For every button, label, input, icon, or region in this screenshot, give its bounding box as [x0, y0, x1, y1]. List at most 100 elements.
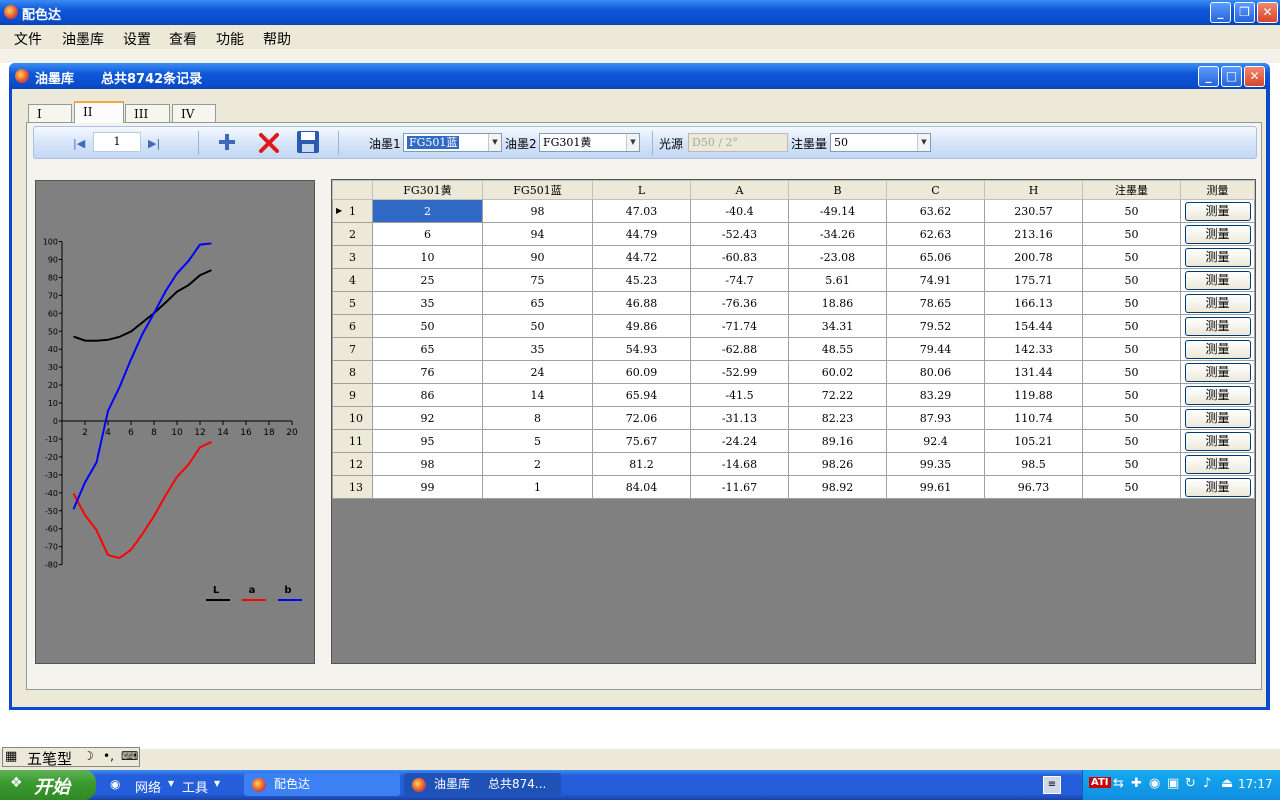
table-cell[interactable]: -23.08 [788, 245, 887, 269]
usb-icon[interactable]: ⏏ [1221, 776, 1233, 791]
page-number-input[interactable]: 1 [93, 132, 141, 152]
display-icon[interactable]: ▣ [1167, 776, 1179, 791]
table-cell[interactable]: -74.7 [690, 268, 789, 292]
table-cell[interactable]: 50 [1082, 314, 1181, 338]
menu-ink-library[interactable]: 油墨库 [62, 29, 104, 49]
column-header[interactable]: 注墨量 [1082, 180, 1181, 200]
chevron-down-icon[interactable]: ▼ [488, 134, 501, 151]
table-row[interactable]: 9 86 14 65.94 -41.5 72.22 83.29 119.88 50 测量 [332, 383, 1255, 407]
column-header[interactable]: H [984, 180, 1083, 200]
security-icon[interactable]: ✚ [1131, 776, 1142, 791]
delete-icon[interactable] [258, 132, 280, 154]
table-cell[interactable]: 110.74 [984, 406, 1083, 430]
table-cell[interactable]: 86 [372, 383, 483, 407]
table-row[interactable]: 10 92 8 72.06 -31.13 82.23 87.93 110.74 50 测量 [332, 406, 1255, 430]
table-cell[interactable]: -52.43 [690, 222, 789, 246]
table-cell[interactable]: 44.79 [592, 222, 691, 246]
table-row[interactable]: 5 35 65 46.88 -76.36 18.86 78.65 166.13 50 测量 [332, 291, 1255, 315]
table-cell[interactable]: 78.65 [886, 291, 985, 315]
table-cell[interactable]: 46.88 [592, 291, 691, 315]
table-cell[interactable]: 50 [1082, 429, 1181, 453]
table-cell[interactable]: 50 [1082, 245, 1181, 269]
table-cell[interactable]: 34.31 [788, 314, 887, 338]
language-icon[interactable]: ≡ [1043, 776, 1061, 794]
menu-functions[interactable]: 功能 [216, 29, 244, 49]
table-cell[interactable]: -24.24 [690, 429, 789, 453]
table-cell[interactable]: 1 [482, 475, 593, 499]
table-cell[interactable]: -41.5 [690, 383, 789, 407]
table-cell[interactable]: 72.22 [788, 383, 887, 407]
table-cell[interactable]: 82.23 [788, 406, 887, 430]
table-cell[interactable]: 119.88 [984, 383, 1083, 407]
start-button[interactable]: ❖ 开始 [0, 770, 96, 800]
table-cell[interactable]: 5.61 [788, 268, 887, 292]
table-row[interactable]: 7 65 35 54.93 -62.88 48.55 79.44 142.33 50 测量 [332, 337, 1255, 361]
ie-tray-icon[interactable]: ◉ [1149, 776, 1160, 791]
table-cell[interactable]: 99 [372, 475, 483, 499]
minimize-button[interactable]: _ [1210, 2, 1231, 23]
sync-icon[interactable]: ↻ [1185, 776, 1196, 791]
row-header[interactable]: 7 [332, 337, 373, 361]
table-cell[interactable]: 50 [1082, 406, 1181, 430]
network-icon[interactable]: ⇆ [1113, 776, 1124, 791]
ink1-select[interactable]: FG501蓝 ▼ [403, 133, 502, 152]
table-cell[interactable]: 98 [482, 199, 593, 223]
table-cell[interactable]: 6 [372, 222, 483, 246]
table-cell[interactable]: 47.03 [592, 199, 691, 223]
table-cell[interactable]: 45.23 [592, 268, 691, 292]
table-cell[interactable]: 8 [482, 406, 593, 430]
row-header[interactable]: 2 [332, 222, 373, 246]
last-page-icon[interactable]: ▶| [148, 137, 160, 150]
table-cell[interactable]: 98.26 [788, 452, 887, 476]
table-cell[interactable]: -34.26 [788, 222, 887, 246]
column-header[interactable]: C [886, 180, 985, 200]
tab-4[interactable]: IV [172, 104, 216, 122]
row-header[interactable]: 5 [332, 291, 373, 315]
table-cell[interactable]: 89.16 [788, 429, 887, 453]
table-cell[interactable]: 50 [1082, 199, 1181, 223]
table-cell[interactable]: 75.67 [592, 429, 691, 453]
measure-button[interactable]: 测量 [1184, 316, 1251, 336]
table-row[interactable]: 13 99 1 84.04 -11.67 98.92 99.61 96.73 50 测量 [332, 475, 1255, 499]
table-cell[interactable]: 14 [482, 383, 593, 407]
row-header[interactable]: 9 [332, 383, 373, 407]
menu-settings[interactable]: 设置 [123, 29, 151, 49]
table-cell[interactable]: 99.61 [886, 475, 985, 499]
row-header[interactable]: 4 [332, 268, 373, 292]
table-cell[interactable]: 44.72 [592, 245, 691, 269]
save-icon[interactable] [296, 130, 320, 154]
row-header[interactable]: ▶ 1 [332, 199, 373, 223]
measure-button[interactable]: 测量 [1184, 270, 1251, 290]
quick-tools[interactable]: 工具 [182, 777, 208, 796]
table-cell[interactable]: 60.09 [592, 360, 691, 384]
table-cell[interactable]: 10 [372, 245, 483, 269]
column-header[interactable]: A [690, 180, 789, 200]
chevron-down-icon[interactable]: ▼ [917, 134, 930, 151]
taskbar-app-button[interactable]: 配色达 [244, 773, 400, 796]
table-cell[interactable]: 92.4 [886, 429, 985, 453]
table-cell[interactable]: 98.5 [984, 452, 1083, 476]
measure-button[interactable]: 测量 [1184, 362, 1251, 382]
table-cell[interactable]: 63.62 [886, 199, 985, 223]
table-cell[interactable]: 75 [482, 268, 593, 292]
table-cell[interactable]: 50 [1082, 337, 1181, 361]
row-header[interactable]: 8 [332, 360, 373, 384]
table-cell[interactable]: 35 [482, 337, 593, 361]
table-cell[interactable]: 65.94 [592, 383, 691, 407]
table-cell[interactable]: 50 [1082, 475, 1181, 499]
table-row[interactable]: ▶ 1 2 98 47.03 -40.4 -49.14 63.62 230.57 50 测量 [332, 199, 1255, 223]
table-cell[interactable]: -11.67 [690, 475, 789, 499]
measure-button[interactable]: 测量 [1184, 201, 1251, 221]
table-cell[interactable]: 2 [372, 199, 483, 223]
measure-button[interactable]: 测量 [1184, 408, 1251, 428]
measure-button[interactable]: 测量 [1184, 293, 1251, 313]
table-cell[interactable]: 105.21 [984, 429, 1083, 453]
ink2-select[interactable]: FG301黄 ▼ [539, 133, 640, 152]
table-cell[interactable]: 94 [482, 222, 593, 246]
table-cell[interactable]: 50 [1082, 222, 1181, 246]
table-cell[interactable]: 72.06 [592, 406, 691, 430]
taskbar-window-button[interactable]: 油墨库 总共874... [404, 773, 561, 796]
menu-view[interactable]: 查看 [169, 29, 197, 49]
table-cell[interactable]: 131.44 [984, 360, 1083, 384]
table-row[interactable]: 4 25 75 45.23 -74.7 5.61 74.91 175.71 50 测量 [332, 268, 1255, 292]
